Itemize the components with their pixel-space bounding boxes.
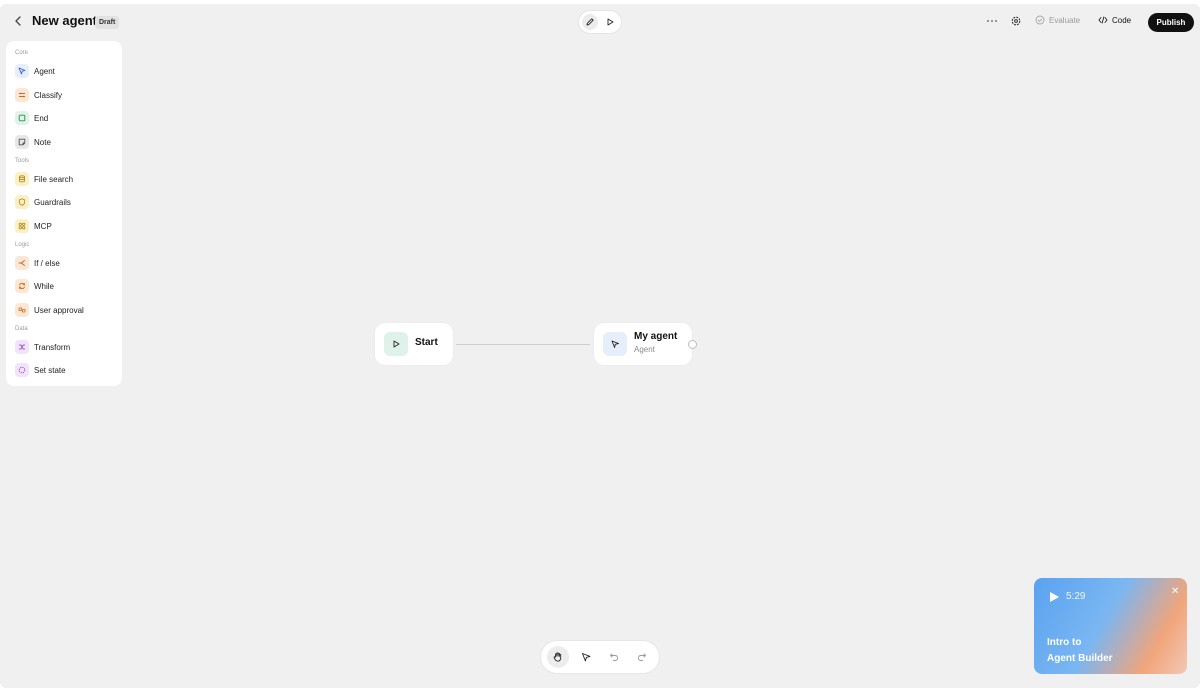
evaluate-button[interactable]: Evaluate [1035, 15, 1080, 25]
draft-badge: Draft [95, 16, 120, 29]
edit-mode-button[interactable] [582, 14, 598, 30]
agent-node-title: My agent [634, 331, 678, 342]
agent-node[interactable]: My agent Agent [594, 323, 692, 365]
start-node-label: Start [415, 337, 438, 348]
agent-node-subtitle: Agent [634, 345, 655, 354]
back-arrow-icon[interactable] [11, 14, 25, 28]
code-brackets-icon [1098, 16, 1108, 24]
mode-toggle [579, 11, 621, 33]
video-duration: 5:29 [1066, 591, 1086, 602]
pointer-cursor-icon[interactable] [575, 646, 597, 668]
preview-mode-button[interactable] [602, 14, 618, 30]
intro-video-card[interactable]: 5:29 ✕ Intro to Agent Builder [1034, 578, 1187, 674]
pencil-icon [586, 18, 594, 26]
play-icon [607, 18, 614, 26]
app-window: New agent Draft Evaluate Code Publish Co… [0, 4, 1200, 688]
code-button[interactable]: Code [1098, 15, 1131, 25]
close-icon[interactable]: ✕ [1171, 586, 1179, 597]
redo-icon[interactable] [631, 646, 653, 668]
publish-button[interactable]: Publish [1148, 13, 1194, 32]
header: New agent Draft Evaluate Code Publish [0, 4, 1200, 40]
code-label: Code [1112, 15, 1132, 25]
video-title-line2: Agent Builder [1047, 653, 1113, 664]
settings-gear-icon[interactable] [1009, 14, 1023, 28]
more-options-icon[interactable] [985, 14, 999, 28]
agent-output-port[interactable] [688, 340, 697, 349]
canvas-toolbar [541, 641, 659, 673]
hand-pan-icon[interactable] [547, 646, 569, 668]
agent-node-icon [603, 332, 627, 356]
start-node[interactable]: Start [375, 323, 453, 365]
evaluate-label: Evaluate [1049, 15, 1081, 25]
workflow-canvas[interactable]: Start My agent Agent [0, 40, 1200, 688]
start-play-icon [384, 332, 408, 356]
edge-start-to-agent[interactable] [456, 344, 590, 345]
agent-title[interactable]: New agent [32, 13, 97, 28]
video-title-line1: Intro to [1047, 637, 1082, 648]
undo-icon[interactable] [603, 646, 625, 668]
video-play-icon[interactable] [1048, 591, 1060, 603]
evaluate-check-icon [1035, 15, 1045, 25]
